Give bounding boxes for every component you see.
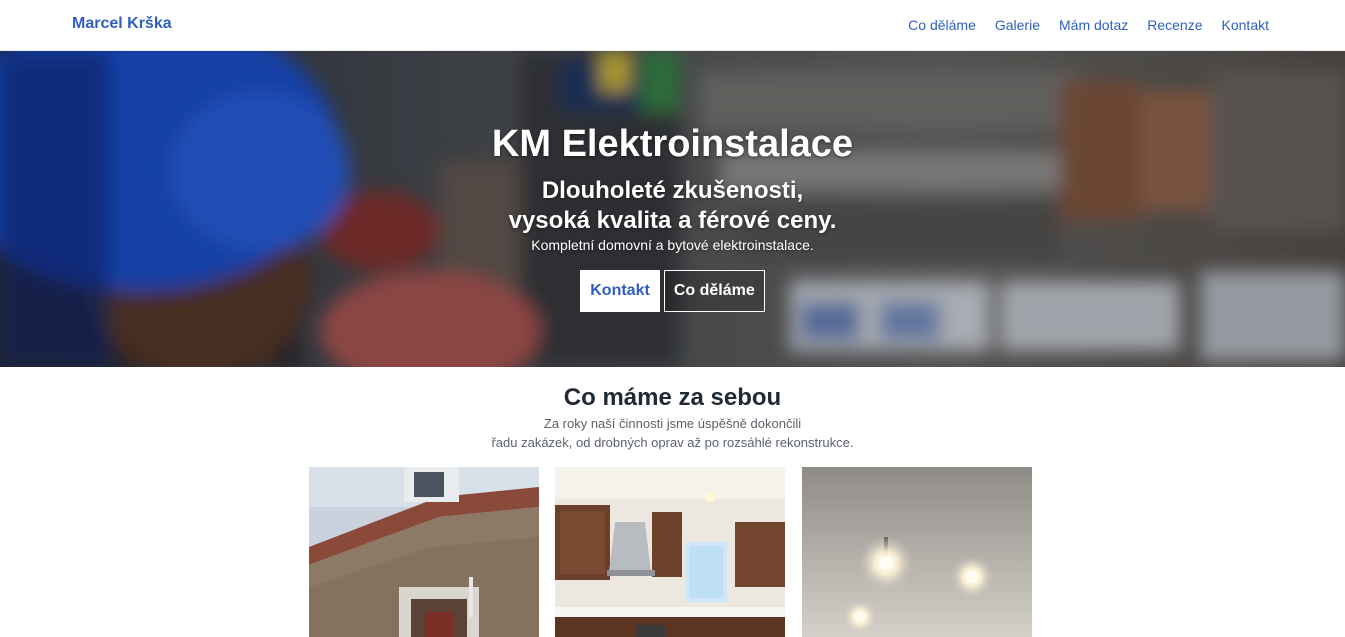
nav-link-recenze[interactable]: Recenze bbox=[1147, 17, 1202, 33]
hero-subtitle: Dlouholeté zkušenosti, vysoká kvalita a … bbox=[0, 176, 1345, 236]
navbar: Marcel Krška Co děláme Galerie Mám dotaz… bbox=[0, 0, 1345, 51]
brand-link[interactable]: Marcel Krška bbox=[72, 15, 172, 33]
services-button[interactable]: Co děláme bbox=[663, 270, 765, 312]
hero-buttons: Kontakt Co děláme bbox=[0, 270, 1345, 312]
section-description-line-1: Za roky naší činnosti jsme úspěšně dokon… bbox=[543, 416, 802, 431]
gallery-image-ceiling-lights[interactable] bbox=[802, 467, 1032, 637]
nav-link-kontakt[interactable]: Kontakt bbox=[1222, 17, 1269, 33]
gallery-image-house-facade[interactable] bbox=[309, 467, 539, 637]
nav-link-galerie[interactable]: Galerie bbox=[995, 17, 1040, 33]
hero-section: KM Elektroinstalace Dlouholeté zkušenost… bbox=[0, 51, 1345, 367]
section-description-line-2: řadu zakázek, od drobných oprav až po ro… bbox=[491, 435, 854, 450]
hero-subtitle-line-2: vysoká kvalita a férové ceny. bbox=[508, 207, 837, 234]
hero-description: Kompletní domovní a bytové elektroinstal… bbox=[531, 237, 814, 253]
section-description: Za roky naší činnosti jsme úspěšně dokon… bbox=[0, 414, 1345, 452]
contact-button[interactable]: Kontakt bbox=[580, 270, 660, 312]
section-title: Co máme za sebou bbox=[563, 384, 782, 411]
nav-menu: Co děláme Galerie Mám dotaz Recenze Kont… bbox=[908, 17, 1269, 33]
nav-link-co-delame[interactable]: Co děláme bbox=[908, 17, 976, 33]
gallery-image-kitchen[interactable] bbox=[555, 467, 785, 637]
nav-link-mam-dotaz[interactable]: Mám dotaz bbox=[1059, 17, 1128, 33]
hero-title: KM Elektroinstalace bbox=[491, 123, 854, 165]
hero-subtitle-line-1: Dlouholeté zkušenosti, bbox=[541, 177, 804, 204]
